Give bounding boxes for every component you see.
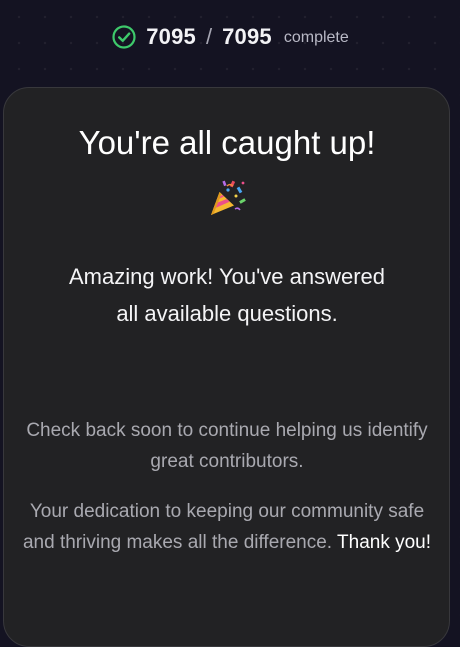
completion-card [3, 87, 450, 647]
thank-you-text: Thank you! [337, 532, 432, 553]
check-back-text: Check back soon to continue helping us i… [26, 420, 428, 472]
party-popper-icon [211, 180, 246, 215]
count-separator: / [205, 24, 213, 49]
dedication-text: Your dedication to keeping our community… [22, 496, 432, 558]
completed-count: 7095 [146, 24, 196, 49]
complete-label: complete [283, 29, 349, 46]
completion-message: Amazing work! You've answered all availa… [68, 264, 386, 326]
check-circle-icon [112, 25, 136, 49]
total-count: 7095 [222, 24, 272, 49]
page-title: You're all caught up! [78, 124, 376, 161]
progress-counter: 7095 / 7095 complete [0, 22, 460, 52]
